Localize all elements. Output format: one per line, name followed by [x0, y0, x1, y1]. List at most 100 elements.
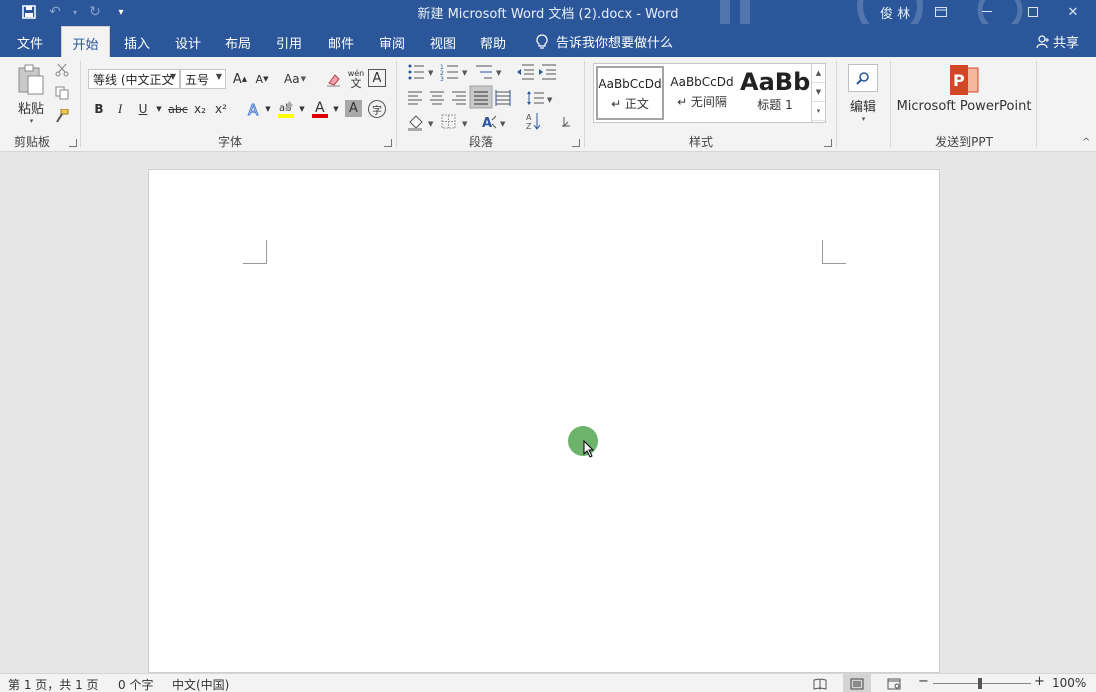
- gallery-down-icon[interactable]: ▼: [812, 83, 825, 102]
- character-shading-button[interactable]: A: [345, 100, 362, 117]
- editing-label: 编辑: [849, 99, 876, 115]
- change-case-glyph: Aa: [284, 72, 300, 86]
- send-to-powerpoint-button[interactable]: P Microsoft PowerPoint: [896, 61, 1032, 117]
- mouse-pointer-icon: [583, 440, 595, 458]
- gallery-up-icon[interactable]: ▲: [812, 64, 825, 83]
- zoom-level[interactable]: 100%: [1052, 676, 1086, 690]
- multilevel-list-icon[interactable]: ▼: [476, 65, 502, 79]
- zoom-slider-thumb[interactable]: [978, 678, 982, 689]
- zoom-slider-track[interactable]: [933, 683, 1031, 684]
- tab-help[interactable]: 帮助: [472, 31, 514, 57]
- cut-icon[interactable]: [54, 62, 70, 78]
- document-canvas[interactable]: [0, 152, 1096, 673]
- asian-layout-icon[interactable]: A ▼: [482, 115, 506, 131]
- tab-insert[interactable]: 插入: [116, 31, 158, 57]
- bold-button[interactable]: B: [91, 100, 107, 118]
- style-normal[interactable]: AaBbCcDd ↵ 正文: [596, 66, 664, 120]
- tab-view[interactable]: 视图: [422, 31, 464, 57]
- font-size-dropdown-icon[interactable]: ▼: [216, 72, 222, 81]
- text-effects-dropdown-icon[interactable]: ▼: [263, 100, 273, 118]
- underline-button[interactable]: U: [134, 100, 152, 118]
- tab-review[interactable]: 审阅: [371, 31, 413, 57]
- font-name-combo[interactable]: 等线 (中文正文 ▼: [88, 69, 180, 89]
- change-case-dropdown-icon[interactable]: ▼: [301, 75, 306, 83]
- line-spacing-icon[interactable]: ▼: [527, 91, 553, 105]
- tab-file[interactable]: 文件: [6, 31, 54, 57]
- numbering-icon[interactable]: 123▼: [440, 64, 468, 83]
- tab-references[interactable]: 引用: [268, 31, 310, 57]
- grow-font-caret: ▲: [241, 75, 248, 83]
- gallery-more-icon[interactable]: ▾: [812, 102, 825, 121]
- highlight-dropdown-icon[interactable]: ▼: [297, 100, 307, 118]
- page-count[interactable]: 第 1 页，共 1 页: [8, 676, 99, 692]
- superscript-button[interactable]: x²: [212, 100, 230, 118]
- language-status[interactable]: 中文(中国): [172, 676, 229, 692]
- style-no-spacing[interactable]: AaBbCcDd ↵ 无间隔: [666, 66, 738, 120]
- borders-icon[interactable]: ▼: [441, 114, 468, 129]
- subscript-button[interactable]: x₂: [191, 100, 209, 118]
- decrease-indent-icon[interactable]: [517, 64, 534, 80]
- styles-launcher-icon[interactable]: [824, 139, 832, 147]
- text-effects-icon[interactable]: A: [244, 99, 264, 119]
- copy-icon[interactable]: [54, 85, 70, 101]
- tab-layout[interactable]: 布局: [217, 31, 259, 57]
- underline-dropdown-icon[interactable]: ▼: [154, 100, 164, 118]
- ribbon-display-options-icon[interactable]: [918, 0, 964, 24]
- phonetic-guide-button[interactable]: wén 文: [346, 67, 366, 91]
- font-launcher-icon[interactable]: [384, 139, 392, 147]
- document-page[interactable]: [148, 169, 940, 673]
- user-name[interactable]: 俊 林: [880, 3, 910, 22]
- paste-button[interactable]: 粘贴 ▾: [14, 63, 48, 125]
- font-size-combo[interactable]: 五号 ▼: [180, 69, 226, 89]
- grow-font-button[interactable]: A ▲: [231, 70, 249, 88]
- character-border-button[interactable]: A: [368, 69, 386, 87]
- paste-dropdown-icon[interactable]: ▾: [30, 117, 34, 125]
- lightbulb-icon: [536, 33, 548, 49]
- minimize-icon[interactable]: [964, 0, 1010, 24]
- align-left-icon[interactable]: [408, 91, 422, 105]
- shading-icon[interactable]: ▼: [408, 115, 434, 131]
- bullets-icon[interactable]: ▼: [408, 64, 435, 80]
- enclose-characters-button[interactable]: 字: [368, 100, 386, 118]
- italic-button[interactable]: I: [112, 100, 128, 118]
- word-count[interactable]: 0 个字: [118, 676, 153, 692]
- collapse-ribbon-icon[interactable]: ^: [1082, 137, 1090, 148]
- strikethrough-button[interactable]: abc: [167, 100, 189, 118]
- editing-dropdown-icon[interactable]: ▾: [862, 115, 866, 123]
- style-normal-name: ↵ 正文: [611, 97, 649, 111]
- style-heading-1[interactable]: AaBb 标题 1: [740, 66, 810, 120]
- highlight-color-icon[interactable]: ab: [276, 98, 296, 120]
- margin-mark-top-left: [243, 240, 267, 264]
- font-color-icon[interactable]: A: [310, 98, 330, 120]
- zoom-in-icon[interactable]: +: [1034, 674, 1045, 689]
- clear-formatting-icon[interactable]: [325, 70, 343, 88]
- tell-me-search[interactable]: 告诉我你想要做什么: [536, 32, 673, 51]
- distributed-icon[interactable]: [495, 90, 511, 106]
- show-marks-icon[interactable]: [562, 117, 570, 128]
- change-case-button[interactable]: Aa ▼: [281, 70, 309, 88]
- zoom-out-icon[interactable]: −: [918, 674, 929, 689]
- sort-icon[interactable]: AZ: [526, 113, 541, 131]
- align-center-icon[interactable]: [430, 91, 444, 105]
- print-layout-icon[interactable]: [843, 674, 871, 692]
- web-layout-icon[interactable]: [880, 674, 908, 692]
- gallery-scroll: ▲ ▼ ▾: [811, 64, 825, 122]
- share-label: 共享: [1053, 36, 1080, 51]
- clipboard-launcher-icon[interactable]: [69, 139, 77, 147]
- close-icon[interactable]: ✕: [1050, 0, 1096, 24]
- align-right-icon[interactable]: [452, 91, 466, 105]
- increase-indent-icon[interactable]: [539, 64, 556, 80]
- font-name-dropdown-icon[interactable]: ▼: [170, 72, 176, 81]
- format-painter-icon[interactable]: [54, 108, 70, 124]
- paste-label: 粘贴: [17, 101, 44, 117]
- tab-design[interactable]: 设计: [167, 31, 209, 57]
- group-separator: [1036, 61, 1037, 147]
- read-mode-icon[interactable]: [806, 674, 834, 692]
- shrink-font-button[interactable]: A ▼: [253, 70, 271, 88]
- share-button[interactable]: 共享: [1036, 32, 1079, 51]
- editing-button[interactable]: 编辑 ▾: [846, 61, 880, 125]
- tab-mailings[interactable]: 邮件: [320, 31, 362, 57]
- paragraph-launcher-icon[interactable]: [572, 139, 580, 147]
- tab-home[interactable]: 开始: [61, 26, 110, 57]
- font-color-dropdown-icon[interactable]: ▼: [331, 100, 341, 118]
